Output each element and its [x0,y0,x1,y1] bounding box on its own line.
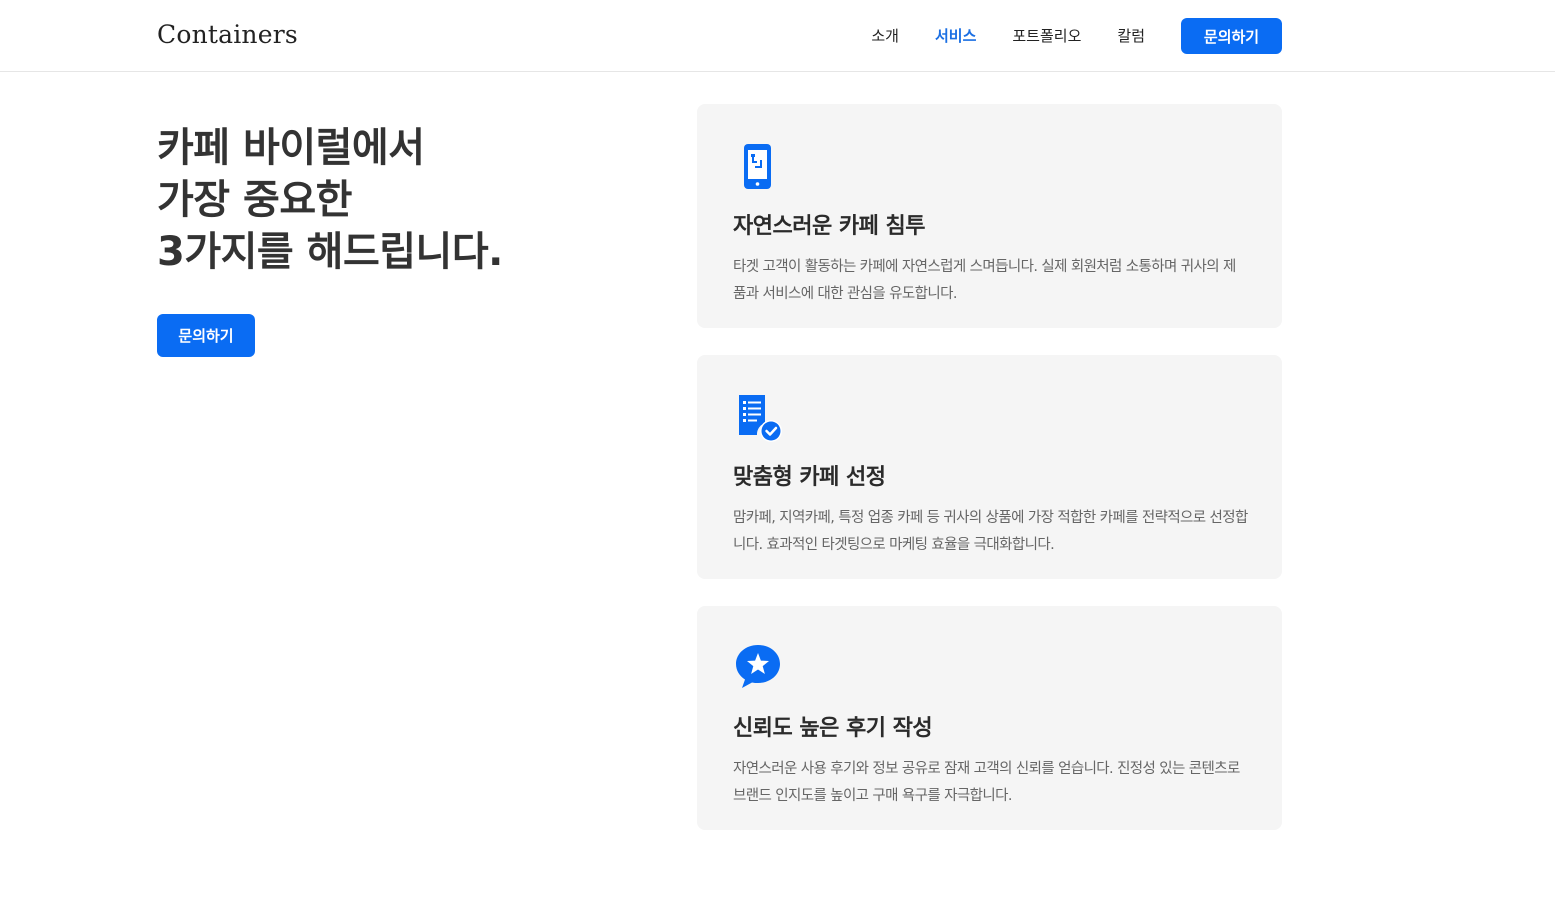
card-title: 맞춤형 카페 선정 [733,465,886,490]
card-description: 자연스러운 사용 후기와 정보 공유로 잠재 고객의 신뢰를 얻습니다. 진정성… [733,761,1240,804]
hero-title-line: 가장 중요한 [157,177,352,223]
hero-contact-button[interactable]: 문의하기 [157,314,255,357]
smartphone-icon [744,144,771,189]
logo[interactable]: Containers [157,20,298,49]
service-card-trusted-reviews: 신뢰도 높은 후기 작성 자연스러운 사용 후기와 정보 공유로 잠재 고객의 … [697,606,1282,830]
star-chat-bubble-icon [736,645,780,688]
header-contact-button[interactable]: 문의하기 [1181,18,1282,54]
site-header: Containers 소개 서비스 포트폴리오 칼럼 문의하기 [0,0,1555,72]
service-card-cafe-infiltration: 자연스러운 카페 침투 타겟 고객이 활동하는 카페에 자연스럽게 스며듭니다.… [697,104,1282,328]
service-card-custom-selection: 맞춤형 카페 선정 맘카페, 지역카페, 특정 업종 카페 등 귀사의 상품에 … [697,355,1282,579]
main-nav: 소개 서비스 포트폴리오 칼럼 문의하기 [835,18,1282,54]
hero-title: 카페 바이럴에서 가장 중요한 3가지를 해드립니다. [157,122,503,278]
card-title: 신뢰도 높은 후기 작성 [733,716,933,741]
hero-title-line: 카페 바이럴에서 [157,125,425,171]
card-title: 자연스러운 카페 침투 [733,214,925,239]
nav-item-services[interactable]: 서비스 [935,18,976,54]
card-description: 맘카페, 지역카페, 특정 업종 카페 등 귀사의 상품에 가장 적합한 카페를… [733,510,1248,553]
checklist-document-icon [739,395,782,442]
nav-item-column[interactable]: 칼럼 [1117,18,1145,54]
nav-item-portfolio[interactable]: 포트폴리오 [1012,18,1081,54]
nav-item-about[interactable]: 소개 [871,18,899,54]
hero-title-line: 3가지를 해드립니다. [157,229,503,275]
card-description: 타겟 고객이 활동하는 카페에 자연스럽게 스며듭니다. 실제 회원처럼 소통하… [733,259,1236,302]
